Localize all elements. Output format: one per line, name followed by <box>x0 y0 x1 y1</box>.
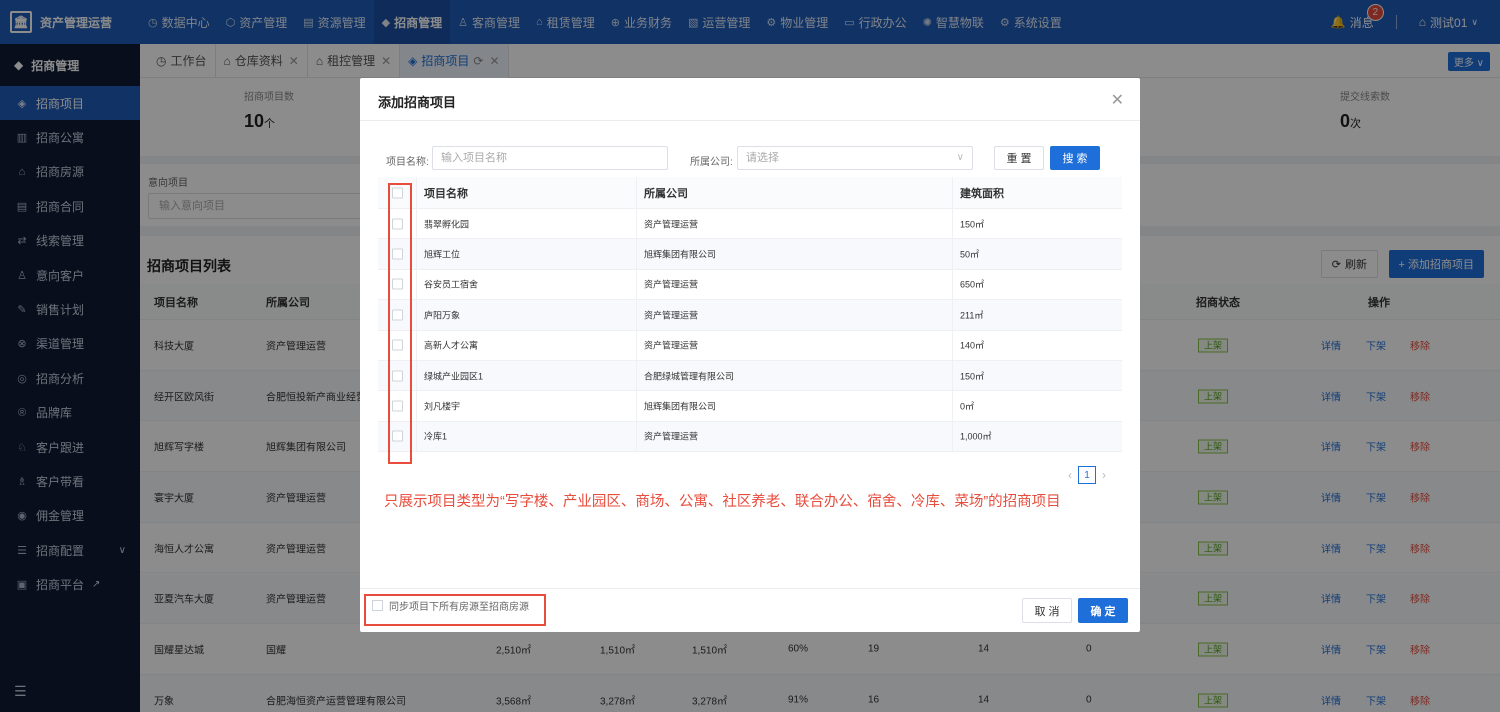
company-select-value: 请选择 <box>746 152 779 164</box>
chevron-down-icon: ∨ <box>956 152 964 163</box>
cell-name: 谷安员工宿舍 <box>424 279 479 290</box>
cell-company: 资产管理运营 <box>644 340 699 351</box>
chevron-left-icon[interactable]: ‹ <box>1068 468 1072 482</box>
divider <box>416 239 417 269</box>
close-icon[interactable]: ✕ <box>1111 90 1124 110</box>
divider <box>952 421 953 452</box>
table-row[interactable]: 绿城产业园区1 合肥绿城管理有限公司 150㎡ <box>378 361 1122 392</box>
divider <box>636 391 637 421</box>
table-row[interactable]: 翡翠孵化园 资产管理运营 150㎡ <box>378 209 1122 240</box>
divider <box>416 209 417 239</box>
th-area: 建筑面积 <box>960 187 1004 200</box>
table-header: 项目名称 所属公司 建筑面积 <box>378 177 1122 209</box>
divider <box>416 269 417 300</box>
sync-label: 同步项目下所有房源至招商房源 <box>389 602 529 613</box>
divider <box>636 330 637 360</box>
cell-area: 140㎡ <box>960 340 985 351</box>
divider <box>952 269 953 300</box>
cancel-label: 取 消 <box>1034 605 1060 618</box>
confirm-label: 确 定 <box>1090 605 1116 618</box>
divider <box>952 330 953 360</box>
cell-name: 庐阳万象 <box>424 310 461 321</box>
cell-name: 旭辉工位 <box>424 249 461 260</box>
cell-company: 合肥绿城管理有限公司 <box>644 371 735 382</box>
dialog-title: 添加招商项目 <box>378 95 457 110</box>
divider <box>636 361 637 391</box>
cell-name: 高新人才公寓 <box>424 340 479 351</box>
cell-name: 刘凡楼宇 <box>424 401 461 412</box>
cell-name: 冷库1 <box>424 431 448 442</box>
reset-label: 重 置 <box>1006 153 1032 165</box>
cell-company: 资产管理运营 <box>644 310 699 321</box>
search-button[interactable]: 搜 索 <box>1050 146 1100 170</box>
cell-area: 1,000㎡ <box>960 431 992 442</box>
filter-note: 只展示项目类型为“写字楼、产业园区、商场、公寓、社区养老、联合办公、宿舍、冷库、… <box>384 494 1061 510</box>
project-name-label: 项目名称: <box>386 157 429 168</box>
reset-button[interactable]: 重 置 <box>994 146 1044 170</box>
divider <box>636 209 637 239</box>
project-name-input[interactable]: 输入项目名称 <box>432 146 668 170</box>
divider <box>416 177 417 208</box>
page-number[interactable]: 1 <box>1078 466 1096 484</box>
divider <box>952 391 953 421</box>
table-row[interactable]: 庐阳万象 资产管理运营 211㎡ <box>378 300 1122 331</box>
cell-area: 150㎡ <box>960 219 985 230</box>
cancel-button[interactable]: 取 消 <box>1022 598 1072 623</box>
divider <box>952 361 953 391</box>
divider <box>416 421 417 452</box>
divider <box>636 239 637 269</box>
chevron-right-icon[interactable]: › <box>1102 468 1106 482</box>
table-row[interactable]: 刘凡楼宇 旭辉集团有限公司 0㎡ <box>378 391 1122 422</box>
divider <box>952 209 953 239</box>
divider <box>952 300 953 330</box>
table-row[interactable]: 冷库1 资产管理运营 1,000㎡ <box>378 421 1122 453</box>
cell-name: 翡翠孵化园 <box>424 219 470 230</box>
divider <box>952 177 953 208</box>
table-row[interactable]: 旭辉工位 旭辉集团有限公司 50㎡ <box>378 239 1122 270</box>
sync-option[interactable]: 同步项目下所有房源至招商房源 <box>372 598 529 613</box>
divider <box>636 421 637 452</box>
divider <box>360 588 1140 589</box>
divider <box>636 269 637 300</box>
cell-company: 资产管理运营 <box>644 279 699 290</box>
company-select[interactable]: 请选择 ∨ <box>737 146 973 170</box>
divider <box>416 391 417 421</box>
cell-area: 650㎡ <box>960 279 985 290</box>
th-name: 项目名称 <box>424 187 468 200</box>
confirm-button[interactable]: 确 定 <box>1078 598 1128 623</box>
cell-area: 211㎡ <box>960 310 984 321</box>
divider <box>636 177 637 208</box>
search-label: 搜 索 <box>1062 153 1088 165</box>
cell-name: 绿城产业园区1 <box>424 371 484 382</box>
table-row[interactable]: 高新人才公寓 资产管理运营 140㎡ <box>378 330 1122 361</box>
divider <box>360 120 1140 121</box>
add-project-dialog: 添加招商项目 ✕ 项目名称: 输入项目名称 所属公司: 请选择 ∨ 重 置 搜 … <box>360 78 1140 632</box>
divider <box>636 300 637 330</box>
divider <box>416 361 417 391</box>
cell-company: 旭辉集团有限公司 <box>644 401 717 412</box>
cell-area: 0㎡ <box>960 401 975 412</box>
divider <box>952 239 953 269</box>
cell-company: 资产管理运营 <box>644 219 699 230</box>
divider <box>416 300 417 330</box>
pagination: ‹ 1 › <box>1068 466 1106 484</box>
company-label: 所属公司: <box>690 157 733 168</box>
divider <box>416 330 417 360</box>
table-row[interactable]: 谷安员工宿舍 资产管理运营 650㎡ <box>378 269 1122 301</box>
cell-area: 50㎡ <box>960 249 980 260</box>
cell-company: 资产管理运营 <box>644 431 699 442</box>
th-company: 所属公司 <box>644 187 688 200</box>
cell-area: 150㎡ <box>960 371 985 382</box>
highlight-checkbox-column <box>388 183 412 464</box>
sync-checkbox[interactable] <box>372 600 383 611</box>
cell-company: 旭辉集团有限公司 <box>644 249 717 260</box>
